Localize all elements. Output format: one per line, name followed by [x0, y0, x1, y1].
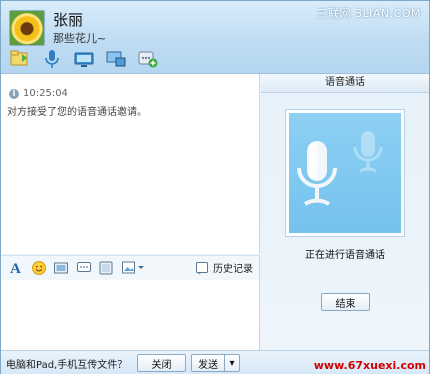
add-app-icon[interactable]: [137, 49, 159, 69]
history-icon[interactable]: [195, 260, 209, 276]
input-toolbar: A 历史记录: [1, 255, 260, 281]
contact-name[interactable]: 张丽: [53, 9, 83, 30]
voice-call-graphic: [285, 109, 405, 237]
history-label[interactable]: 历史记录: [213, 260, 253, 275]
microphone-graphic-icon: [297, 131, 383, 206]
remote-desktop-icon[interactable]: [105, 49, 127, 69]
file-transfer-icon[interactable]: [9, 49, 31, 69]
send-options-button[interactable]: ▾: [224, 354, 240, 372]
voice-call-background: [289, 113, 401, 233]
send-button[interactable]: 发送: [191, 354, 224, 372]
message-time: 10:25:04: [23, 88, 68, 99]
header-toolbar: [9, 49, 159, 69]
message-history[interactable]: i 10:25:04 对方接受了您的语音通话邀请。: [1, 74, 260, 254]
image-menu-icon[interactable]: [121, 260, 145, 276]
font-icon[interactable]: A: [9, 260, 23, 276]
end-call-button[interactable]: 结束: [321, 293, 370, 311]
window-icon[interactable]: [98, 260, 114, 276]
svg-text:A: A: [10, 261, 21, 276]
contact-avatar[interactable]: [9, 10, 45, 46]
voice-call-panel: 语音通话 正在进行语音通话 结束: [261, 74, 429, 350]
microphone-icon[interactable]: [41, 49, 63, 69]
voice-panel-title: 语音通话: [261, 74, 429, 93]
video-call-icon[interactable]: [73, 49, 95, 69]
chat-header: 张丽 那些花儿~ 三联网 3LIAN.COM: [1, 1, 429, 74]
emoji-icon[interactable]: [31, 260, 47, 276]
site-watermark: www.67xuexi.com: [313, 359, 426, 372]
system-message: 对方接受了您的语音通话邀请。: [7, 107, 147, 118]
info-icon: i: [9, 88, 19, 99]
close-button[interactable]: 关闭: [137, 354, 186, 372]
bottom-bar: 电脑和Pad,手机互传文件？ 关闭 发送 ▾ www.67xuexi.com: [1, 350, 429, 374]
chat-window: 张丽 那些花儿~ 三联网 3LIAN.COM i 10:25:04 对方接受了您…: [0, 0, 430, 374]
message-input[interactable]: [1, 280, 260, 350]
call-status: 正在进行语音通话: [305, 250, 385, 261]
screenshot-icon[interactable]: [53, 260, 69, 276]
watermark-top: 三联网 3LIAN.COM: [316, 7, 421, 20]
message-bubble-icon[interactable]: [76, 260, 92, 276]
contact-signature: 那些花儿~: [53, 32, 107, 45]
file-transfer-tip[interactable]: 电脑和Pad,手机互传文件？: [6, 356, 127, 371]
message-meta: i 10:25:04: [9, 88, 68, 99]
